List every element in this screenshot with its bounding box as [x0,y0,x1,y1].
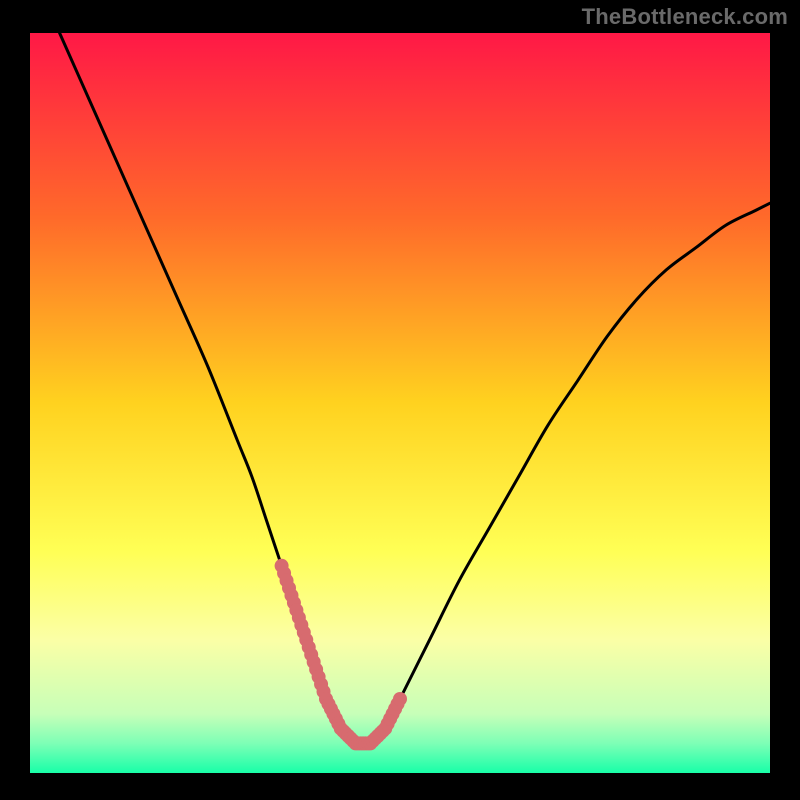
watermark-text: TheBottleneck.com [582,4,788,30]
chart-frame: TheBottleneck.com [0,0,800,800]
plot-background [30,33,770,773]
bottleneck-chart [0,0,800,800]
